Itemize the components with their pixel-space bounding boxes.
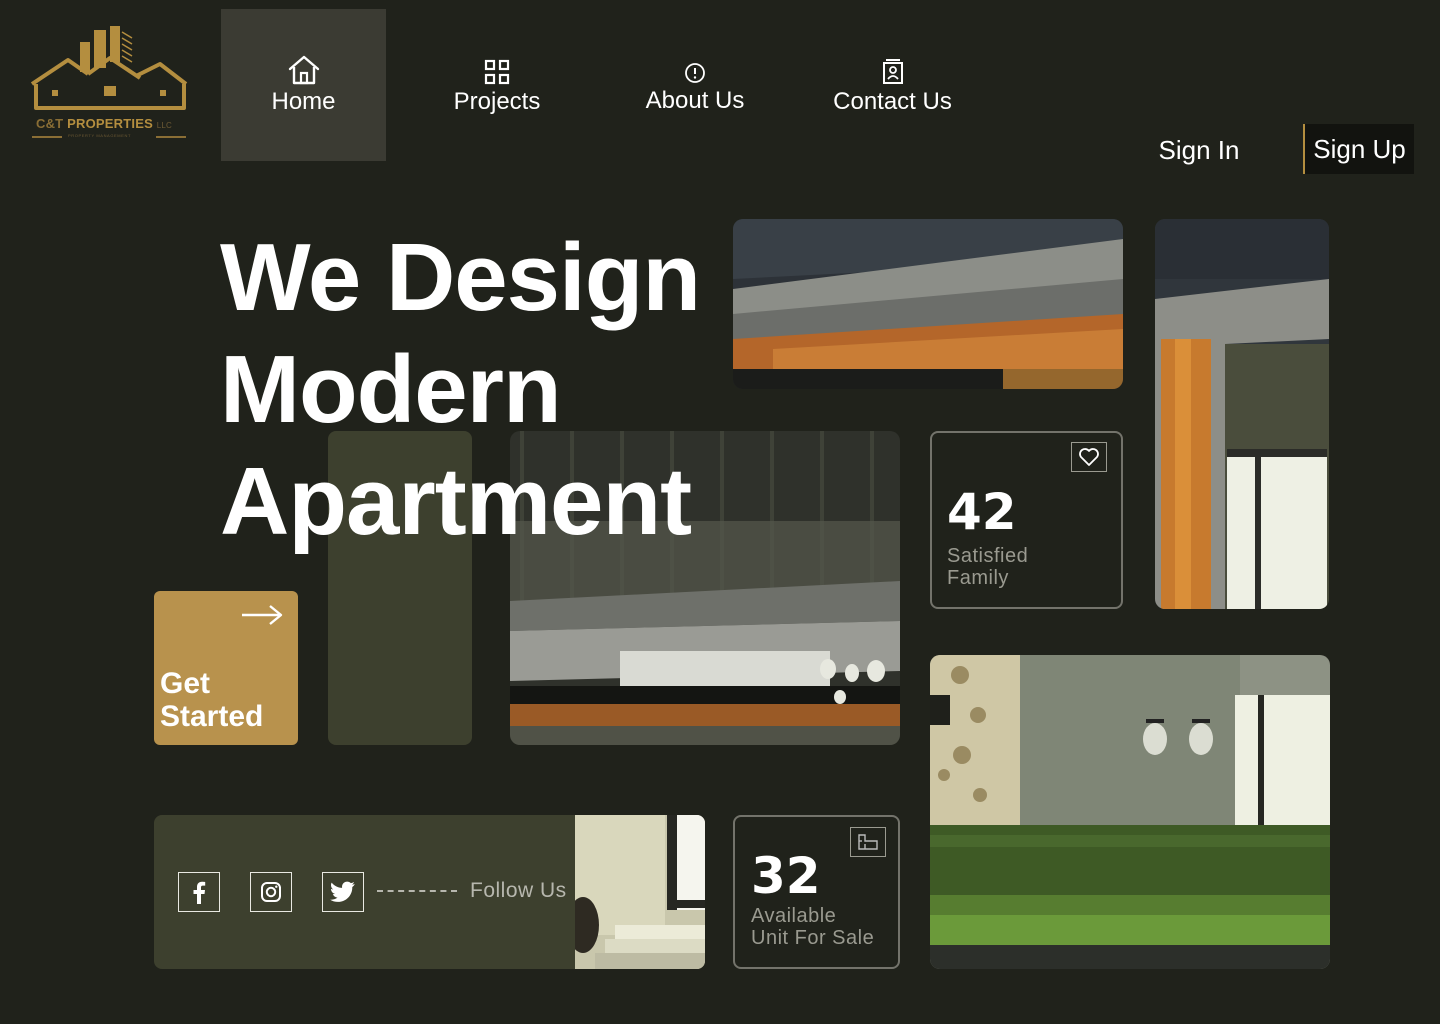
nav-projects-label: Projects xyxy=(453,88,541,115)
stat-card-families: 42 Satisfied Family xyxy=(930,431,1123,609)
photo-roof-overhang xyxy=(733,219,1123,389)
stat-families-caption-line-2: Family xyxy=(947,567,1009,589)
nav-about-us[interactable]: About Us xyxy=(628,58,762,118)
contact-card-icon xyxy=(882,59,903,84)
nav-about-us-label: About Us xyxy=(645,87,745,114)
brand-name: PROPERTIES xyxy=(67,116,153,131)
building-logo-icon xyxy=(30,26,188,110)
floorplan-icon-badge[interactable] xyxy=(850,827,886,857)
logo-divider-right xyxy=(156,136,186,138)
brand-prefix: C&T xyxy=(36,116,64,131)
stat-card-units: 32 Available Unit For Sale xyxy=(733,815,900,969)
sign-in-button[interactable]: Sign In xyxy=(1150,132,1248,168)
hero-headline-line-2: Modern xyxy=(220,336,562,443)
instagram-link[interactable] xyxy=(250,872,292,912)
sign-up-button[interactable]: Sign Up xyxy=(1303,124,1414,174)
stat-units-caption: Available Unit For Sale xyxy=(751,905,874,949)
brand-suffix: LLC xyxy=(156,121,173,130)
info-icon xyxy=(685,63,705,83)
stat-units-caption-line-2: Unit For Sale xyxy=(751,927,875,949)
social-follow-bar: Follow Us xyxy=(154,815,705,969)
follow-divider xyxy=(377,890,457,892)
stat-families-caption: Satisfied Family xyxy=(947,545,1028,589)
floorplan-icon xyxy=(858,834,878,850)
brand-wordmark: C&T PROPERTIES LLC xyxy=(36,116,172,131)
twitter-link[interactable] xyxy=(322,872,364,912)
photo-entrance xyxy=(575,815,705,969)
follow-us-label: Follow Us xyxy=(470,879,567,902)
brand-tagline: PROPERTY MANAGEMENT xyxy=(68,133,132,138)
heart-icon xyxy=(1079,448,1099,466)
hero-headline: We Design Modern Apartment xyxy=(220,222,780,558)
photo-facade-wood xyxy=(1155,219,1329,609)
hero-headline-line-1: We Design xyxy=(220,224,701,331)
instagram-icon xyxy=(261,882,281,902)
brand-logo[interactable]: C&T PROPERTIES LLC PROPERTY MANAGEMENT xyxy=(28,24,192,148)
facade-wood-image xyxy=(1155,219,1329,609)
stat-families-caption-line-1: Satisfied xyxy=(947,545,1029,567)
facebook-link[interactable] xyxy=(178,872,220,912)
entrance-image xyxy=(575,815,705,969)
nav-home[interactable]: Home xyxy=(221,9,386,161)
nav-projects[interactable]: Projects xyxy=(430,54,564,120)
arrow-right-icon xyxy=(242,605,283,625)
nav-home-label: Home xyxy=(271,88,336,115)
heart-icon-badge[interactable] xyxy=(1071,442,1107,472)
roof-overhang-image xyxy=(733,219,1123,389)
garden-wall-image xyxy=(930,655,1330,969)
hero-headline-line-3: Apartment xyxy=(220,448,692,555)
twitter-icon xyxy=(330,881,355,902)
get-started-button[interactable]: Get Started xyxy=(154,591,298,745)
grid-icon xyxy=(484,59,510,85)
nav-contact-us-label: Contact Us xyxy=(833,88,952,115)
stat-units-value: 32 xyxy=(751,847,821,905)
logo-divider-left xyxy=(32,136,62,138)
photo-garden-wall xyxy=(930,655,1330,969)
home-icon xyxy=(288,55,319,85)
facebook-icon xyxy=(193,881,206,904)
get-started-label: Get Started xyxy=(160,667,264,733)
stat-units-caption-line-1: Available xyxy=(751,905,837,927)
stat-families-value: 42 xyxy=(947,483,1017,541)
nav-contact-us[interactable]: Contact Us xyxy=(820,54,965,120)
